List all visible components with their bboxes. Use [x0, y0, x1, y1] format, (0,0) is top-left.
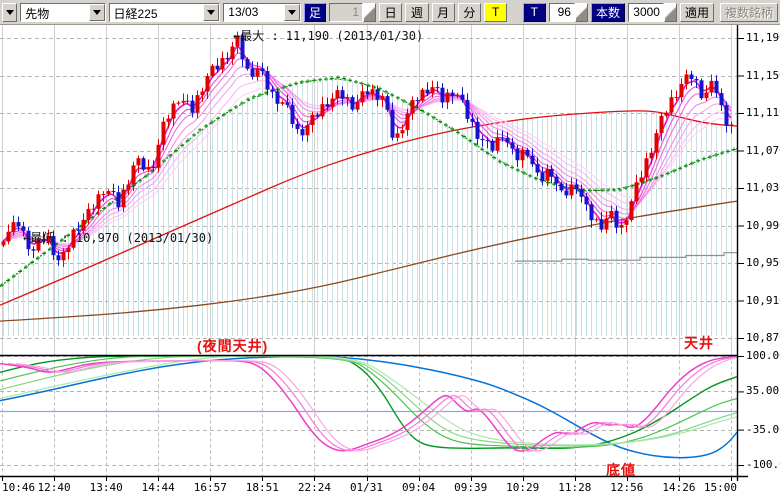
spin-icon[interactable] — [363, 3, 376, 22]
period-day-button[interactable]: 日 — [379, 3, 402, 22]
ceiling-annotation: 天井 — [684, 333, 714, 353]
chart-application-window: 先物 日経225 13/03 足 1 日 週 月 分 T T 96 本数 300 — [0, 0, 780, 501]
night-ceiling-annotation: (夜間天井) — [197, 336, 268, 356]
chevron-down-icon — [6, 10, 14, 15]
price-axis-label: 10,990 — [746, 220, 780, 232]
period-month-button[interactable]: 月 — [432, 3, 455, 22]
time-axis-label: 12:40 — [38, 482, 71, 494]
time-axis-label: 10:29 — [506, 482, 539, 494]
bar-type-button[interactable]: 足 — [304, 3, 326, 22]
market-select[interactable]: 先物 — [20, 3, 105, 22]
chevron-down-icon — [93, 10, 101, 15]
time-axis-label: 09:04 — [402, 482, 435, 494]
market-select-arrow[interactable] — [89, 4, 105, 21]
multi-symbol-button[interactable]: 複数銘柄 — [720, 3, 778, 22]
symbol-select[interactable]: 日経225 — [109, 3, 221, 22]
price-axis-label: 10,910 — [746, 295, 780, 307]
price-axis-label: 10,870 — [746, 332, 780, 344]
time-axis-label: 11:28 — [558, 482, 591, 494]
contract-month-value: 13/03 — [224, 4, 284, 21]
oscillator-axis-label: -100.00 — [746, 459, 780, 471]
time-axis-label: 13:40 — [90, 482, 123, 494]
max-price-annotation: ←最大 : 11,190 (2013/01/30) — [233, 27, 423, 44]
time-axis-label: 09:39 — [454, 482, 487, 494]
contract-month-arrow[interactable] — [284, 4, 300, 21]
time-axis-label: 15:00 — [704, 482, 737, 494]
symbol-select-value: 日経225 — [110, 4, 204, 21]
bottom-value-annotation: 底値 — [606, 460, 636, 480]
spin-icon[interactable] — [575, 3, 588, 22]
history-dropdown-button[interactable] — [2, 3, 17, 22]
oscillator-axis-label: 100.00 — [746, 350, 780, 362]
time-axis-label: 14:26 — [662, 482, 695, 494]
price-axis-label: 11,190 — [746, 32, 780, 44]
time-axis-label: 01/31 — [350, 482, 383, 494]
symbol-select-arrow[interactable] — [203, 4, 219, 21]
price-axis-label: 11,110 — [746, 107, 780, 119]
period-minute-button[interactable]: 分 — [458, 3, 481, 22]
bar-interval-spinner[interactable]: 1 — [329, 3, 376, 22]
tick-unit-value[interactable]: 96 — [549, 3, 575, 22]
bar-interval-value[interactable]: 1 — [329, 3, 363, 22]
price-axis-label: 11,070 — [746, 145, 780, 157]
time-axis-label: 22:24 — [298, 482, 331, 494]
time-axis-label: 16:57 — [194, 482, 227, 494]
oscillator-axis-label: 35.00 — [746, 385, 779, 397]
period-week-button[interactable]: 週 — [405, 3, 428, 22]
count-spinner[interactable]: 3000 — [628, 3, 677, 22]
price-axis-label: 11,150 — [746, 70, 780, 82]
oscillator-axis-label: -35.00 — [746, 424, 780, 436]
chart-area[interactable]: ←最大 : 11,190 (2013/01/30) ←最低 : 10,970 (… — [0, 25, 780, 501]
tick-unit-spinner[interactable]: 96 — [549, 3, 588, 22]
count-button[interactable]: 本数 — [591, 3, 625, 22]
time-axis-label: 12:56 — [610, 482, 643, 494]
count-value[interactable]: 3000 — [628, 3, 664, 22]
time-axis-label: 14:44 — [142, 482, 175, 494]
chevron-down-icon — [288, 10, 296, 15]
chart-canvas — [0, 0, 780, 501]
chevron-down-icon — [207, 10, 215, 15]
min-price-annotation: ←最低 : 10,970 (2013/01/30) — [23, 229, 213, 246]
price-axis-label: 10,950 — [746, 257, 780, 269]
spin-icon[interactable] — [664, 3, 677, 22]
price-axis-label: 11,030 — [746, 182, 780, 194]
time-axis-label: 18:51 — [246, 482, 279, 494]
apply-button[interactable]: 適用 — [680, 3, 714, 22]
period-tick-button[interactable]: T — [484, 3, 507, 22]
toolbar: 先物 日経225 13/03 足 1 日 週 月 分 T T 96 本数 300 — [0, 0, 780, 25]
contract-month-select[interactable]: 13/03 — [223, 3, 301, 22]
tick-unit-button[interactable]: T — [523, 3, 546, 22]
time-axis-label: 10:46 — [2, 482, 35, 494]
market-select-value: 先物 — [21, 4, 88, 21]
